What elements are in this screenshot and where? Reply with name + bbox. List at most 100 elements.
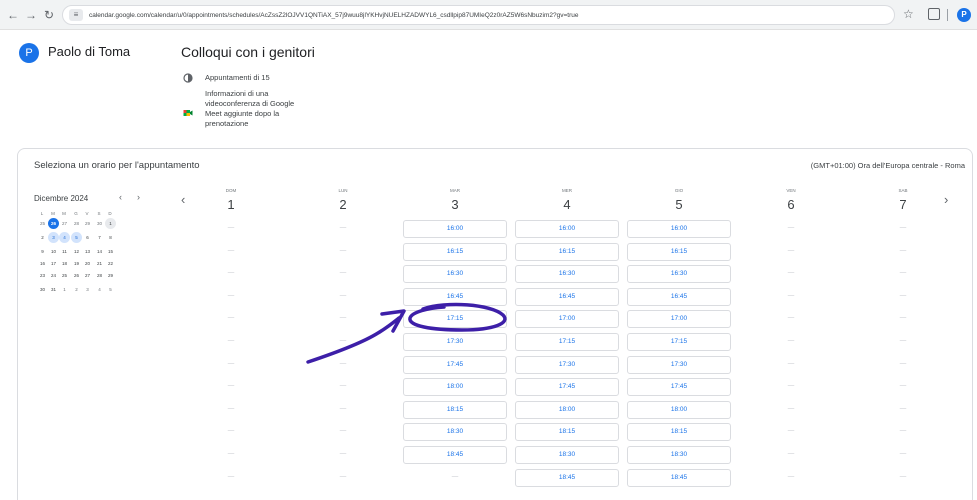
time-slot-button[interactable]: 16:30	[627, 265, 731, 284]
time-slot-button[interactable]: 16:00	[515, 220, 619, 238]
owner-name: Paolo di Toma	[48, 44, 131, 59]
time-slot-button[interactable]: 16:15	[515, 242, 619, 261]
time-slot-button[interactable]: 18:15	[403, 400, 507, 419]
mini-calendar-day[interactable]: 3	[82, 284, 93, 295]
time-slot-button[interactable]: 18:15	[627, 423, 731, 442]
mini-calendar-day[interactable]: 17	[48, 258, 59, 269]
no-slot-dash: —	[339, 246, 347, 254]
mini-calendar-day[interactable]: 25	[37, 218, 48, 229]
no-slot-dash: —	[899, 472, 907, 480]
time-slot-button[interactable]: 16:00	[627, 220, 731, 238]
time-slot-button[interactable]: 17:15	[515, 333, 619, 351]
time-slot-button[interactable]: 17:15	[403, 310, 507, 329]
time-slot-button[interactable]: 18:00	[403, 378, 507, 397]
mini-calendar-day[interactable]: 1	[105, 218, 116, 229]
mini-calendar-day[interactable]: 30	[94, 218, 105, 229]
time-slot-button[interactable]: 18:30	[515, 446, 619, 464]
mini-calendar-day[interactable]: 29	[82, 218, 93, 229]
mini-calendar-day[interactable]: 25	[59, 270, 70, 281]
mini-calendar-day[interactable]: 11	[59, 246, 70, 257]
mini-calendar-day[interactable]: 28	[94, 270, 105, 281]
time-slot-button[interactable]: 18:45	[403, 446, 507, 464]
mini-calendar-day[interactable]: 27	[82, 270, 93, 281]
time-slot-button[interactable]: 17:45	[403, 355, 507, 374]
mini-calendar-next-icon[interactable]: ›	[137, 192, 140, 202]
mini-calendar-day[interactable]: 3	[48, 232, 59, 243]
time-slot-button[interactable]: 16:00	[403, 220, 507, 238]
mini-calendar-day[interactable]: 14	[94, 246, 105, 257]
mini-calendar-day[interactable]: 4	[59, 232, 70, 243]
time-slot-button[interactable]: 16:45	[627, 287, 731, 306]
time-slot-button[interactable]: 16:45	[515, 287, 619, 306]
bookmark-star-icon[interactable]: ☆	[903, 7, 914, 21]
time-slot-button[interactable]: 18:15	[515, 423, 619, 442]
mini-calendar-day[interactable]: 20	[82, 258, 93, 269]
mini-calendar-day[interactable]: 26	[71, 270, 82, 281]
mini-calendar-day[interactable]: 6	[82, 232, 93, 243]
reload-icon[interactable]: ↻	[42, 8, 56, 22]
time-slot-button[interactable]: 17:30	[403, 333, 507, 351]
time-slot-button[interactable]: 18:45	[515, 468, 619, 487]
time-slot-button[interactable]: 17:30	[627, 355, 731, 374]
mini-calendar-day[interactable]: 24	[48, 270, 59, 281]
mini-calendar-day[interactable]: 28	[71, 218, 82, 229]
no-slot-dash: —	[899, 359, 907, 367]
browser-profile-icon[interactable]: P	[957, 8, 971, 22]
time-slot-button[interactable]: 17:00	[515, 310, 619, 329]
mini-calendar-day[interactable]: 18	[59, 258, 70, 269]
time-slot-button[interactable]: 18:30	[627, 446, 731, 464]
mini-calendar-day[interactable]: 13	[82, 246, 93, 257]
mini-calendar-day[interactable]: 2	[37, 232, 48, 243]
mini-calendar-day[interactable]: 29	[105, 270, 116, 281]
mini-calendar-day[interactable]: 5	[105, 284, 116, 295]
no-slot-dash: —	[787, 224, 795, 231]
no-slot-dash: —	[787, 382, 795, 390]
site-settings-icon[interactable]: ≡	[69, 9, 83, 21]
mini-calendar-day[interactable]: 16	[37, 258, 48, 269]
mini-calendar-day[interactable]: 26	[48, 218, 59, 229]
time-slot-button[interactable]: 18:00	[515, 400, 619, 419]
mini-calendar-day[interactable]: 10	[48, 246, 59, 257]
extensions-icon[interactable]	[928, 8, 940, 20]
time-slot-button[interactable]: 17:15	[627, 333, 731, 351]
time-slot-button[interactable]: 17:00	[627, 310, 731, 329]
time-slot-button[interactable]: 18:00	[627, 400, 731, 419]
time-slot-button[interactable]: 17:30	[515, 355, 619, 374]
time-slot-button[interactable]: 18:30	[403, 423, 507, 442]
week-prev-icon[interactable]: ‹	[181, 192, 185, 207]
week-next-icon[interactable]: ›	[944, 192, 948, 207]
time-slot-button[interactable]: 17:45	[515, 378, 619, 397]
mini-calendar-prev-icon[interactable]: ‹	[119, 192, 122, 202]
mini-calendar-day[interactable]: 31	[48, 284, 59, 295]
mini-calendar-day[interactable]: 19	[71, 258, 82, 269]
url-text[interactable]: calendar.google.com/calendar/u/0/appoint…	[89, 10, 879, 21]
address-bar[interactable]: ≡ calendar.google.com/calendar/u/0/appoi…	[62, 5, 895, 25]
mini-calendar-day[interactable]: 22	[105, 258, 116, 269]
time-slot-button[interactable]: 17:45	[627, 378, 731, 397]
mini-calendar-day[interactable]: 21	[94, 258, 105, 269]
mini-calendar-day[interactable]: 15	[105, 246, 116, 257]
time-slot-button[interactable]: 16:30	[403, 265, 507, 284]
mini-calendar-day[interactable]: 27	[59, 218, 70, 229]
mini-calendar-day[interactable]: 7	[94, 232, 105, 243]
day-number: 4	[563, 197, 571, 212]
no-slot-dash: —	[787, 291, 795, 299]
mini-calendar-day[interactable]: 9	[37, 246, 48, 257]
mini-calendar-day[interactable]: 1	[59, 284, 70, 295]
mini-calendar-day[interactable]: 23	[37, 270, 48, 281]
no-slot-dash: —	[339, 291, 347, 299]
time-slot-button[interactable]: 16:30	[515, 265, 619, 284]
time-slot-button[interactable]: 18:45	[627, 468, 731, 487]
mini-calendar-day[interactable]: 2	[71, 284, 82, 295]
timezone-selector[interactable]: (GMT+01:00) Ora dell'Europa centrale - R…	[811, 161, 965, 170]
back-icon[interactable]: ←	[6, 8, 20, 22]
mini-calendar-day[interactable]: 4	[94, 284, 105, 295]
mini-calendar-day[interactable]: 12	[71, 246, 82, 257]
mini-calendar-day[interactable]: 8	[105, 232, 116, 243]
time-slot-button[interactable]: 16:15	[403, 242, 507, 261]
mini-calendar-day[interactable]: 30	[37, 284, 48, 295]
time-slot-button[interactable]: 16:45	[403, 287, 507, 306]
mini-calendar-day[interactable]: 5	[71, 232, 82, 243]
time-slot-button[interactable]: 16:15	[627, 242, 731, 261]
forward-icon[interactable]: →	[24, 8, 38, 22]
